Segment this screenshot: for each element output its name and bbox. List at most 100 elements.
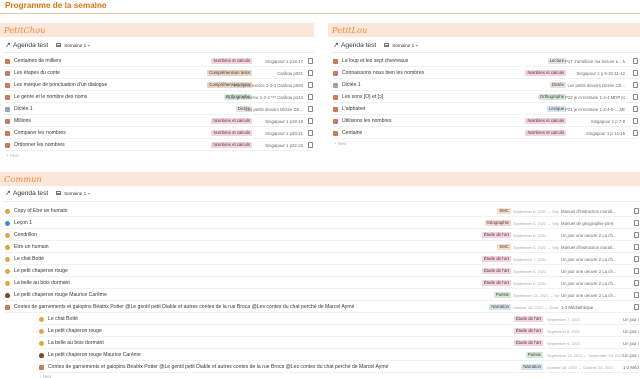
- row-title[interactable]: Les étapes du conte: [14, 70, 60, 76]
- table-row[interactable]: Contes de garnements et galopins Béatrix…: [5, 301, 639, 313]
- table-row[interactable]: Utilisions les nombres Nombres et calculs…: [333, 115, 638, 127]
- row-title[interactable]: Connaissons nous bien les nombres: [342, 70, 424, 76]
- table-row[interactable]: L'alphabet Lexique P21 je m'entraine 1-2-4…: [333, 103, 638, 115]
- done-checkbox[interactable]: [633, 208, 639, 214]
- table-row[interactable]: Le petit chaperon rouge Étude de l'art Sep…: [5, 265, 639, 277]
- done-checkbox[interactable]: [307, 94, 313, 100]
- row-title[interactable]: Contes de garnements et galopins Béatrix…: [14, 304, 354, 310]
- done-checkbox[interactable]: [632, 58, 638, 64]
- view-selector[interactable]: Semaine 1: [64, 43, 86, 48]
- chevron-down-icon[interactable]: ▾: [88, 43, 90, 48]
- done-checkbox[interactable]: [633, 268, 639, 274]
- row-title[interactable]: Le petit chaperon rouge: [14, 268, 68, 274]
- view-selector[interactable]: Semaine 1: [392, 43, 414, 48]
- row-title[interactable]: Le chat Botté: [14, 256, 44, 262]
- db-title[interactable]: Agenda test: [13, 42, 48, 49]
- row-title[interactable]: L'alphabet: [342, 106, 365, 112]
- done-checkbox[interactable]: [632, 82, 638, 88]
- sub-table-row[interactable]: Contes de garnements et galopins Béatrix…: [39, 361, 639, 373]
- arrow-icon[interactable]: ↗: [5, 189, 13, 197]
- chevron-down-icon[interactable]: ▾: [416, 43, 418, 48]
- table-row[interactable]: Cendrillon Étude de l'art September 6, 202…: [5, 229, 639, 241]
- row-divider: [5, 150, 313, 151]
- row-title[interactable]: La belle au bois dormant: [48, 340, 104, 346]
- row-title[interactable]: Dictée 1: [342, 82, 361, 88]
- row-title[interactable]: Le petit chaperon rouge Maurice Carême: [14, 292, 107, 298]
- chevron-down-icon[interactable]: ▾: [88, 191, 90, 196]
- done-checkbox[interactable]: [632, 106, 638, 112]
- row-title[interactable]: Le genre et le nombre des noms: [14, 94, 87, 100]
- row-title[interactable]: La belle au bois dormant: [14, 280, 70, 286]
- sub-table-row[interactable]: La belle au bois dormant Étude de l'art Se…: [39, 337, 639, 349]
- done-checkbox[interactable]: [633, 244, 639, 250]
- done-checkbox[interactable]: [633, 304, 639, 310]
- db-title[interactable]: Agenda test: [341, 42, 376, 49]
- done-checkbox[interactable]: [307, 142, 313, 148]
- new-row-button[interactable]: + New: [334, 141, 346, 146]
- done-checkbox[interactable]: [632, 118, 638, 124]
- done-checkbox[interactable]: [307, 118, 313, 124]
- table-row[interactable]: Centaines de milliers Nombres et calculs S…: [5, 55, 313, 67]
- table-row[interactable]: Les sons [O] et [ɔ] Orthographe P22 je m'e…: [333, 91, 638, 103]
- row-title[interactable]: Millions: [14, 118, 31, 124]
- done-checkbox[interactable]: [307, 70, 313, 76]
- done-checkbox[interactable]: [307, 130, 313, 136]
- table-row[interactable]: Les étapes du conte Compréhension texte Ca…: [5, 67, 313, 79]
- done-checkbox[interactable]: [633, 280, 639, 286]
- row-title[interactable]: Cendrillon: [14, 232, 37, 238]
- table-row[interactable]: Millions Nombres et calculs Singapour 1 p1…: [5, 115, 313, 127]
- done-checkbox[interactable]: [307, 106, 313, 112]
- row-title[interactable]: Le petit chaperon rouge Maurice Carême: [48, 352, 141, 358]
- row-title[interactable]: Centaines de milliers: [14, 58, 61, 64]
- arrow-icon[interactable]: ↗: [333, 41, 341, 49]
- row-title[interactable]: Les marque de ponctuation d'un dialogue: [14, 82, 107, 88]
- done-checkbox[interactable]: [633, 232, 639, 238]
- done-checkbox[interactable]: [633, 220, 639, 226]
- table-row[interactable]: Dictée 1 Dictée Les petits devoirs Dictée …: [5, 103, 313, 115]
- table-row[interactable]: Les marque de ponctuation d'un dialogue C…: [5, 79, 313, 91]
- done-checkbox[interactable]: [632, 70, 638, 76]
- reference-text: Un jour une oeuvre 2 La ch...: [561, 232, 617, 238]
- new-row-button[interactable]: + New: [39, 374, 51, 378]
- row-title[interactable]: Les sons [O] et [ɔ]: [342, 94, 383, 100]
- arrow-icon[interactable]: ↗: [5, 41, 13, 49]
- table-row[interactable]: Centaine Nombres et calculs Singapour 1 p …: [333, 127, 638, 139]
- done-checkbox[interactable]: [633, 292, 639, 298]
- table-row[interactable]: Connaissons nous bien les nombres Nombres…: [333, 67, 638, 79]
- row-title[interactable]: Le loup et les sept chevreaux: [342, 58, 408, 64]
- table-row[interactable]: Ordonner les nombres Nombres et calculs Si…: [5, 139, 313, 151]
- row-title[interactable]: Centaine: [342, 130, 362, 136]
- row-title[interactable]: Contes de garnements et galopins Béatrix…: [48, 364, 388, 370]
- db-title[interactable]: Agenda test: [13, 190, 48, 197]
- row-title[interactable]: Le chat Botté: [48, 316, 78, 322]
- done-checkbox[interactable]: [632, 94, 638, 100]
- row-title[interactable]: Le petit chaperon rouge: [48, 328, 102, 334]
- sub-table-row[interactable]: Le petit chaperon rouge Maurice Carême Po…: [39, 349, 639, 361]
- view-selector[interactable]: Semaine 1: [64, 191, 86, 196]
- row-title[interactable]: Utilisions les nombres: [342, 118, 392, 124]
- row-title[interactable]: Copy of Etre un humain: [14, 208, 68, 214]
- table-row[interactable]: Comparer les nombres Nombres et calculs Si…: [5, 127, 313, 139]
- row-title[interactable]: Etre un humain: [14, 244, 49, 250]
- row-title[interactable]: Dictée 1: [14, 106, 33, 112]
- row-title[interactable]: Comparer les nombres: [14, 130, 66, 136]
- sub-table-row[interactable]: Le chat Botté Étude de l'art September 7, …: [39, 313, 639, 325]
- table-row[interactable]: Le loup et les sept chevreaux Lecture P17 …: [333, 55, 638, 67]
- done-checkbox[interactable]: [632, 130, 638, 136]
- table-row[interactable]: Copy of Etre un humain EMC September 6, 20…: [5, 205, 639, 217]
- row-title[interactable]: Leçon 1: [14, 220, 32, 226]
- subject-tag: Dictée: [549, 81, 566, 88]
- table-row[interactable]: Dictée 1 Dictée Les petits devoirs Dictée …: [333, 79, 638, 91]
- table-row[interactable]: La belle au bois dormant Étude de l'art Se…: [5, 277, 639, 289]
- row-title[interactable]: Ordonner les nombres: [14, 142, 65, 148]
- done-checkbox[interactable]: [307, 58, 313, 64]
- table-row[interactable]: Etre un humain EMC September 6, 2021 → Sep…: [5, 241, 639, 253]
- sub-table-row[interactable]: Le petit chaperon rouge Étude de l'art Sep…: [39, 325, 639, 337]
- table-row[interactable]: Le petit chaperon rouge Maurice Carême Po…: [5, 289, 639, 301]
- table-row[interactable]: Le chat Botté Étude de l'art September 7, …: [5, 253, 639, 265]
- done-checkbox[interactable]: [307, 82, 313, 88]
- done-checkbox[interactable]: [633, 256, 639, 262]
- table-row[interactable]: Le genre et le nombre des noms Orthograph…: [5, 91, 313, 103]
- new-row-button[interactable]: + New: [6, 153, 18, 158]
- table-row[interactable]: Leçon 1 Géographie September 6, 2021 → Sep…: [5, 217, 639, 229]
